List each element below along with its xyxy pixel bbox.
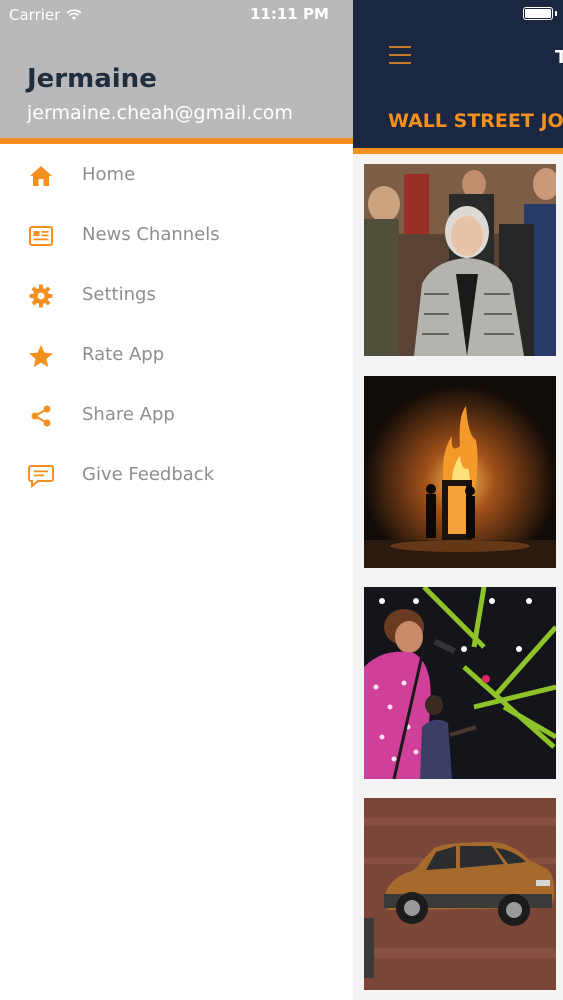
top-navbar: T WALL STREET JOU xyxy=(353,0,563,148)
hamburger-line xyxy=(389,46,411,48)
menu-label-news-channels: News Channels xyxy=(82,224,220,245)
drawer-header: Carrier 11:11 PM Jermaine jermaine.cheah… xyxy=(0,0,353,140)
battery-tip xyxy=(555,11,557,16)
user-email: jermaine.cheah@gmail.com xyxy=(27,102,293,124)
side-drawer: Carrier 11:11 PM Jermaine jermaine.cheah… xyxy=(0,0,353,1000)
menu-item-news-channels[interactable]: News Channels xyxy=(0,206,353,266)
user-name: Jermaine xyxy=(27,64,157,94)
menu-label-settings: Settings xyxy=(82,284,156,305)
suv-display-photo xyxy=(364,798,556,990)
newspaper-icon xyxy=(28,224,54,248)
share-icon xyxy=(28,404,54,428)
battery-icon xyxy=(523,7,553,20)
header-divider xyxy=(0,138,353,144)
status-carrier: Carrier xyxy=(9,5,82,25)
home-icon xyxy=(28,164,54,188)
article-card[interactable] xyxy=(364,376,556,568)
menu-item-share-app[interactable]: Share App xyxy=(0,386,353,446)
drawer-menu: Home News Channels Settings Rate App Sha… xyxy=(0,146,353,506)
menu-label-rate-app: Rate App xyxy=(82,344,165,365)
singer-concert-photo xyxy=(364,587,556,779)
menu-item-rate-app[interactable]: Rate App xyxy=(0,326,353,386)
status-time: 11:11 PM xyxy=(250,5,329,23)
navbar-divider xyxy=(353,148,563,154)
hamburger-line xyxy=(389,62,411,64)
hamburger-line xyxy=(389,54,411,56)
menu-label-give-feedback: Give Feedback xyxy=(82,464,215,485)
article-card[interactable] xyxy=(364,587,556,779)
article-card[interactable] xyxy=(364,798,556,990)
wifi-icon xyxy=(66,9,82,20)
star-icon xyxy=(28,344,54,368)
carrier-label: Carrier xyxy=(9,6,61,24)
menu-toggle-button[interactable] xyxy=(389,46,411,64)
article-card[interactable] xyxy=(364,164,556,356)
channel-title: WALL STREET JOU xyxy=(388,110,563,132)
woman-in-crowd-photo xyxy=(364,164,556,356)
menu-item-home[interactable]: Home xyxy=(0,146,353,206)
menu-item-give-feedback[interactable]: Give Feedback xyxy=(0,446,353,506)
menu-label-home: Home xyxy=(82,164,136,185)
menu-item-settings[interactable]: Settings xyxy=(0,266,353,326)
menu-label-share-app: Share App xyxy=(82,404,175,425)
gear-icon xyxy=(28,284,54,308)
main-content: T WALL STREET JOU xyxy=(353,0,563,1000)
chat-icon xyxy=(28,464,54,488)
fire-stage-photo xyxy=(364,376,556,568)
nav-title: T xyxy=(555,47,563,68)
